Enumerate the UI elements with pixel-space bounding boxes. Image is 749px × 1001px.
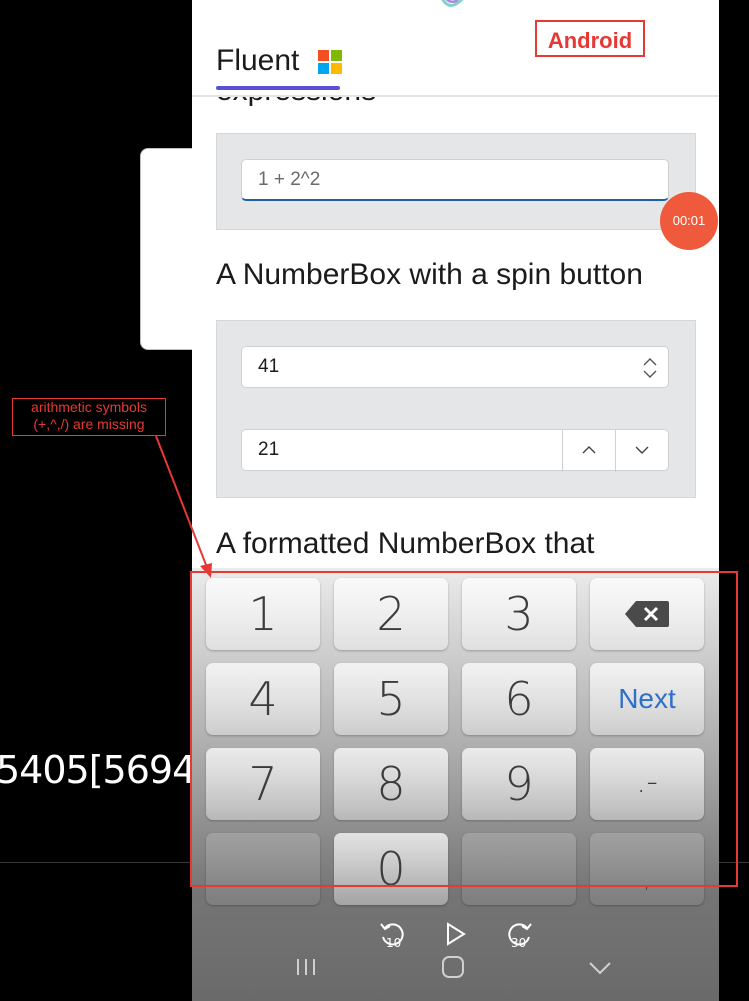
spin-section-heading: A NumberBox with a spin button [216,258,643,291]
spin-updown-icon[interactable] [642,357,658,379]
chevron-up-icon [582,446,596,454]
formatted-section-heading: A formatted NumberBox that [216,527,595,560]
callout-line-1: arithmetic symbols [31,399,147,415]
spin-up-button[interactable] [562,430,615,472]
spin-down-button[interactable] [615,430,668,472]
annotation-callout: arithmetic symbols (+,^,/) are missing [12,398,166,436]
inline-spin-numberbox[interactable]: 21 [241,429,669,472]
forward-label: 30 [511,936,526,950]
home-icon[interactable] [440,955,466,979]
platform-badge: Android [535,20,645,57]
expression-value: 1 + 2^2 [258,169,321,190]
recording-timer[interactable]: 00:01 [660,192,718,250]
background-log-text: 5405[5694] [0,748,210,792]
chevron-down-icon [635,446,649,454]
recent-apps-icon[interactable] [294,957,318,977]
back-chevron-down-icon[interactable] [588,960,612,976]
compact-spin-numberbox[interactable]: 41 [241,346,669,388]
keyboard-highlight-box [190,571,738,887]
compact-spin-value: 41 [258,356,280,377]
tab-indicator [216,86,340,90]
background-card [140,148,200,350]
app-title: Fluent [216,44,300,77]
rewind-label: 10 [386,936,401,950]
callout-line-2: (+,^,/) are missing [33,416,145,432]
microsoft-logo-icon [318,50,342,74]
expression-example-panel: 1 + 2^2 [216,133,696,230]
inline-spin-value: 21 [258,439,280,460]
app-logo-icon [441,0,464,7]
forward-30-icon[interactable]: 30 [504,920,534,950]
rewind-10-icon[interactable]: 10 [378,920,408,950]
spin-example-panel: 41 21 [216,320,696,498]
expression-numberbox[interactable]: 1 + 2^2 [241,159,669,201]
app-header: Fluent Android [192,0,719,97]
play-icon[interactable] [444,922,466,946]
